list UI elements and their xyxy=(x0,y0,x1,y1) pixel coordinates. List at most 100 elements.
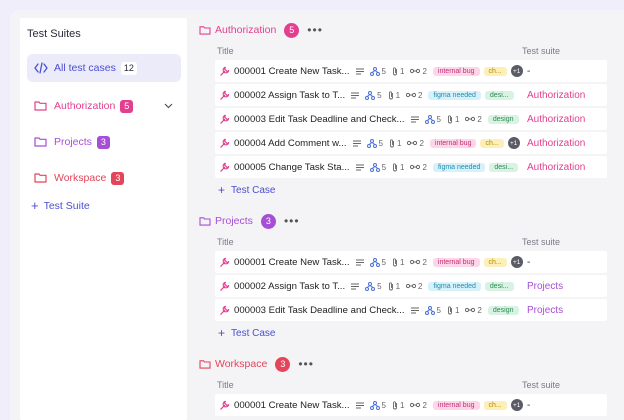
test-case-title[interactable]: 000003 Edit Task Deadline and Check... xyxy=(234,114,405,125)
wrench-icon xyxy=(219,305,230,316)
folder-icon xyxy=(34,172,48,184)
table-row[interactable]: 000002 Assign Task to T... 5 1 2 figma neede… xyxy=(215,84,607,106)
subtasks-value: 5 xyxy=(378,138,383,148)
sidebar-item-projects[interactable]: Projects 3 xyxy=(27,128,181,156)
tag-badge[interactable]: ch... xyxy=(483,400,507,410)
links-count: 2 xyxy=(465,114,482,124)
subtasks-count: 5 xyxy=(424,305,441,315)
test-suite-cell[interactable]: Authorization xyxy=(527,114,585,125)
tag-badge[interactable]: desi... xyxy=(484,281,514,291)
tag-badge[interactable]: ch... xyxy=(483,66,507,76)
table-row[interactable]: 000002 Assign Task to T... 5 1 2 figma neede… xyxy=(215,275,607,297)
more-tags-badge[interactable]: +1 xyxy=(510,399,523,411)
subtasks-count: 5 xyxy=(424,114,441,124)
table-row[interactable]: 000005 Change Task Sta... 5 1 2 figma needed… xyxy=(215,156,607,178)
wrench-icon xyxy=(219,400,230,411)
table-row[interactable]: 000001 Create New Task... 5 1 2 internal bug… xyxy=(215,251,607,273)
more-tags-badge[interactable]: +1 xyxy=(507,137,520,149)
suite-name[interactable]: Workspace xyxy=(215,358,267,370)
table-row[interactable]: 000004 Add Comment w... 5 1 2 internal bug ch… xyxy=(215,132,607,154)
description-icon xyxy=(351,92,360,99)
add-test-suite-label: Test Suite xyxy=(43,199,90,212)
more-tags-badge[interactable]: +1 xyxy=(510,65,523,77)
tag-badge[interactable]: figma needed xyxy=(428,90,481,100)
test-suite-cell[interactable]: - xyxy=(527,400,530,411)
subtasks-count: 5 xyxy=(369,162,386,172)
add-test-case-button[interactable]: + Test Case xyxy=(218,327,275,339)
table-row[interactable]: 000003 Edit Task Deadline and Check... 5 1… xyxy=(215,108,607,130)
attachments-count: 1 xyxy=(392,67,404,76)
table-row[interactable]: 000001 Create New Task... 5 1 2 internal bug… xyxy=(215,60,607,82)
subtasks-icon xyxy=(424,114,435,124)
attachments-count: 1 xyxy=(392,163,404,172)
test-case-title[interactable]: 000005 Change Task Sta... xyxy=(234,162,350,173)
tag-badge[interactable]: internal bug xyxy=(432,66,480,76)
test-case-title[interactable]: 000001 Create New Task... xyxy=(234,66,350,77)
sidebar-item-label: All test cases xyxy=(54,62,116,74)
suite-name[interactable]: Authorization xyxy=(215,24,276,36)
tag-badge[interactable]: desi... xyxy=(489,162,519,172)
test-suite-cell[interactable]: - xyxy=(527,257,530,268)
folder-icon xyxy=(34,100,48,112)
test-case-title[interactable]: 000002 Assign Task to T... xyxy=(234,281,345,292)
tag-badge[interactable]: internal bug xyxy=(432,400,480,410)
more-options-icon[interactable]: ••• xyxy=(284,215,300,227)
link-icon xyxy=(410,164,421,170)
more-tags-badge[interactable]: +1 xyxy=(510,256,523,268)
add-test-suite-button[interactable]: + Test Suite xyxy=(31,199,90,212)
links-value: 2 xyxy=(422,162,427,172)
test-case-title[interactable]: 000002 Assign Task to T... xyxy=(234,90,345,101)
tag-badge[interactable]: figma needed xyxy=(432,162,486,172)
description-icon xyxy=(355,259,364,266)
test-case-title[interactable]: 000003 Edit Task Deadline and Check... xyxy=(234,305,405,316)
add-test-case-button[interactable]: + Test Case xyxy=(218,184,275,196)
tag-badge[interactable]: ch... xyxy=(483,257,507,267)
tag-badge[interactable]: internal bug xyxy=(432,257,480,267)
attachments-value: 1 xyxy=(400,257,405,267)
tag-badge[interactable]: internal bug xyxy=(429,138,477,148)
link-icon xyxy=(410,68,421,74)
sidebar-item-authorization[interactable]: Authorization 5 xyxy=(27,92,181,120)
wrench-icon xyxy=(219,138,230,149)
sidebar-title: Test Suites xyxy=(27,28,81,40)
test-suite-cell[interactable]: Authorization xyxy=(527,138,585,149)
tag-badge[interactable]: design xyxy=(487,114,519,124)
test-case-title[interactable]: 000001 Create New Task... xyxy=(234,257,350,268)
test-suite-cell[interactable]: Authorization xyxy=(527,90,585,101)
links-value: 2 xyxy=(477,114,482,124)
tag-badge[interactable]: ch... xyxy=(480,138,504,148)
links-count: 2 xyxy=(410,258,427,267)
test-case-title[interactable]: 000004 Add Comment w... xyxy=(234,138,347,149)
links-count: 2 xyxy=(406,282,422,291)
test-suite-cell[interactable]: Projects xyxy=(527,305,563,316)
chevron-down-icon[interactable] xyxy=(164,101,173,110)
table-row[interactable]: 000001 Create New Task... 5 1 2 internal bug… xyxy=(215,394,607,416)
test-case-title[interactable]: 000001 Create New Task... xyxy=(234,400,350,411)
paperclip-icon xyxy=(388,281,394,291)
subtasks-value: 5 xyxy=(436,114,441,124)
links-count: 2 xyxy=(465,306,482,315)
table-row[interactable]: 000003 Edit Task Deadline and Check... 5 1… xyxy=(215,299,607,321)
wrench-icon xyxy=(219,66,230,77)
attachments-count: 1 xyxy=(447,115,459,124)
add-test-case-label: Test Case xyxy=(231,327,276,339)
tag-badge[interactable]: design xyxy=(487,305,519,315)
test-suite-cell[interactable]: Projects xyxy=(527,281,563,292)
sidebar-item-workspace[interactable]: Workspace 3 xyxy=(27,164,181,192)
test-suite-cell[interactable]: Authorization xyxy=(527,162,585,173)
row-meta: 5 1 2 internal bug ch... +1 xyxy=(355,399,523,411)
column-test-suite: Test suite xyxy=(522,380,561,390)
tag-badge[interactable]: figma needed xyxy=(428,281,481,291)
suite-name[interactable]: Projects xyxy=(215,215,253,227)
more-options-icon[interactable]: ••• xyxy=(307,24,323,36)
add-test-case-label: Test Case xyxy=(231,184,276,196)
attachments-count: 1 xyxy=(388,282,400,291)
links-value: 2 xyxy=(418,281,423,291)
sidebar-item-all-test-cases[interactable]: All test cases 12 xyxy=(27,54,181,82)
description-icon xyxy=(351,283,360,290)
links-value: 2 xyxy=(419,138,424,148)
link-icon xyxy=(465,307,476,313)
more-options-icon[interactable]: ••• xyxy=(298,358,314,370)
test-suite-cell[interactable]: - xyxy=(527,66,530,77)
tag-badge[interactable]: desi... xyxy=(484,90,514,100)
